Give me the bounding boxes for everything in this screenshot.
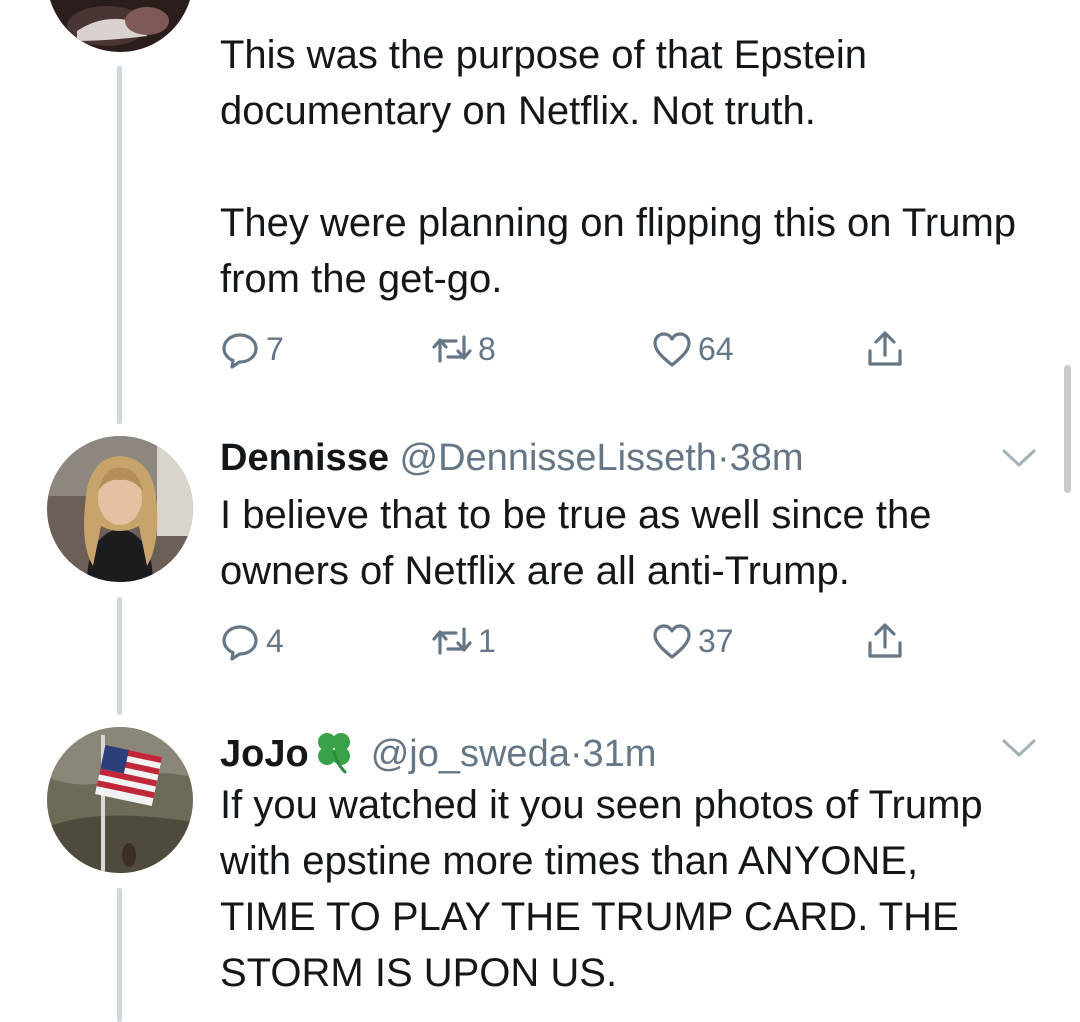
retweet-icon xyxy=(432,627,472,655)
retweet-count: 1 xyxy=(478,622,496,659)
like-button[interactable]: 37 xyxy=(650,618,734,664)
chevron-down-icon[interactable] xyxy=(1000,446,1038,470)
tweet-actions: 4 1 37 xyxy=(218,618,918,664)
reply-count: 7 xyxy=(266,330,284,367)
tweet-text: I believe that to be true as well since … xyxy=(220,493,932,593)
like-count: 37 xyxy=(698,622,734,659)
heart-icon xyxy=(653,332,691,367)
separator: · xyxy=(569,733,583,775)
reply-icon xyxy=(222,333,258,369)
tweet-header: JoJo @jo_sweda·31m xyxy=(220,726,656,776)
avatar[interactable] xyxy=(47,436,193,582)
chevron-down-icon[interactable] xyxy=(1000,736,1038,760)
retweet-button[interactable]: 8 xyxy=(430,326,496,372)
timestamp[interactable]: 38m xyxy=(730,437,804,479)
tweet-paragraph: This was the purpose of that Epstein doc… xyxy=(220,33,868,133)
user-handle[interactable]: @DennisseLisseth xyxy=(400,437,717,479)
reply-button[interactable]: 4 xyxy=(218,618,284,664)
separator: · xyxy=(716,437,730,479)
avatar[interactable] xyxy=(47,0,193,52)
thread-line xyxy=(117,888,122,1022)
retweet-icon xyxy=(432,335,472,363)
user-handle[interactable]: @jo_sweda xyxy=(371,733,570,775)
reply-count: 4 xyxy=(266,622,284,659)
reply-icon xyxy=(222,625,258,661)
share-button[interactable] xyxy=(863,326,911,372)
avatar[interactable] xyxy=(47,727,193,873)
retweet-count: 8 xyxy=(478,330,496,367)
scrollbar[interactable] xyxy=(1064,365,1071,493)
share-button[interactable] xyxy=(863,618,911,664)
like-button[interactable]: 64 xyxy=(650,326,734,372)
timestamp[interactable]: 31m xyxy=(583,733,657,775)
share-icon xyxy=(868,623,902,658)
reply-button[interactable]: 7 xyxy=(218,326,284,372)
tweet-text: This was the purpose of that Epstein doc… xyxy=(220,27,1040,307)
thread-line xyxy=(117,597,122,715)
tweet-paragraph: They were planning on flipping this on T… xyxy=(220,201,1017,301)
share-icon xyxy=(868,331,902,366)
four-leaf-clover-icon xyxy=(317,733,350,774)
retweet-button[interactable]: 1 xyxy=(430,618,496,664)
heart-icon xyxy=(653,624,691,659)
display-name[interactable]: Dennisse xyxy=(220,437,389,479)
display-name[interactable]: JoJo xyxy=(220,733,309,775)
tweet-actions: 7 8 64 xyxy=(218,326,918,372)
tweet-header: Dennisse @DennisseLisseth·38m xyxy=(220,436,804,480)
thread-line xyxy=(117,66,122,424)
tweet-text: If you watched it you seen photos of Tru… xyxy=(220,783,983,995)
like-count: 64 xyxy=(698,330,734,367)
